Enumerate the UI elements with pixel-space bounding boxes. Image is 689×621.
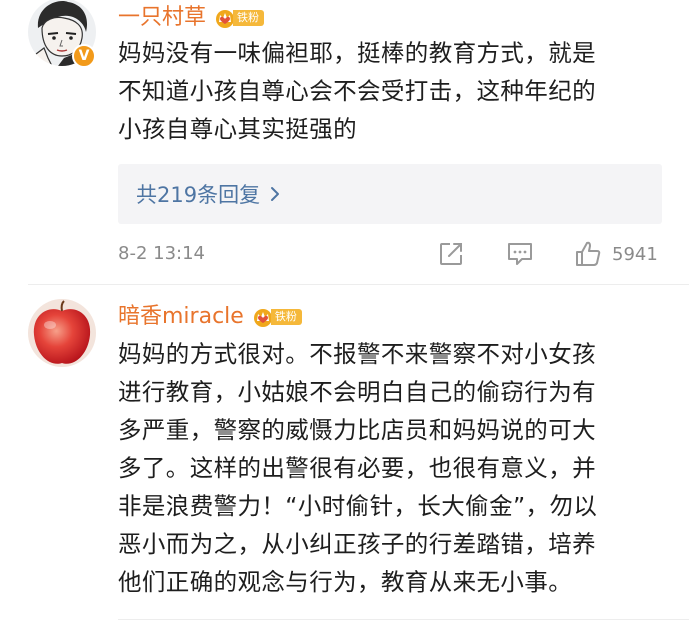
verified-badge-icon: V (72, 44, 96, 68)
thumbs-up-icon (576, 241, 601, 266)
timestamp: 8-2 13:14 (118, 243, 205, 264)
comment-line: 他们正确的观念与行为，教育从来无小事。 (118, 568, 573, 596)
comment-icon (508, 243, 532, 265)
comment-line: 非是浪费警力！“小时偷针，长大偷金”，勿以 (118, 492, 598, 520)
view-replies-link[interactable]: 共219条回复 (136, 179, 280, 209)
fan-badge-label: 铁粉 (270, 309, 302, 325)
username[interactable]: 暗香miracle (118, 303, 244, 331)
fan-badge[interactable]: 铁粉 (214, 8, 265, 28)
comment-line: 小孩自尊心其实挺强的 (118, 115, 357, 143)
chevron-right-icon (271, 187, 280, 201)
red-apple-avatar-icon (28, 299, 96, 367)
reply-box: 共219条回复 (118, 164, 662, 224)
comment-text: 妈妈的方式很对。不报警不来警察不对小女孩 进行教育，小姑娘不会明白自己的偷窃行为… (118, 335, 666, 601)
reply-count-label: 共219条回复 (136, 183, 261, 207)
avatar[interactable] (28, 299, 96, 367)
comment-line: 恶小而为之，从小纠正孩子的行差踏错，培养 (118, 530, 596, 558)
divider (118, 619, 689, 620)
comment-line: 进行教育，小姑娘不会明白自己的偷窃行为有 (118, 378, 596, 406)
comment-button[interactable] (506, 240, 534, 268)
fan-badge-label: 铁粉 (233, 10, 265, 26)
comment-item: 暗香miracle 铁粉 妈妈的方式很对。不报警不来警察不对小女孩 进行教育，小… (0, 285, 689, 621)
username[interactable]: 一只村草 (118, 4, 206, 32)
like-count: 5941 (612, 243, 658, 265)
comment-line: 妈妈的方式很对。不报警不来警察不对小女孩 (118, 340, 596, 368)
share-icon (440, 243, 462, 265)
comment-line: 多了。这样的出警很有必要，也很有意义，并 (118, 454, 596, 482)
comment-meta: 8-2 13:14 5941 (118, 238, 662, 270)
comment-item: V 一只村草 铁粉 妈妈没有一味偏袒耶，挺棒的教育方式，就是 不知道小孩自尊心会… (0, 0, 689, 284)
fan-badge[interactable]: 铁粉 (252, 307, 302, 327)
share-button[interactable] (438, 240, 464, 268)
comment-line: 不知道小孩自尊心会不会受打击，这种年纪的 (118, 77, 596, 105)
comment-text: 妈妈没有一味偏袒耶，挺棒的教育方式，就是 不知道小孩自尊心会不会受打击，这种年纪… (118, 34, 666, 148)
comment-line: 妈妈没有一味偏袒耶，挺棒的教育方式，就是 (118, 39, 596, 67)
username-row: 暗香miracle 铁粉 (118, 303, 302, 331)
username-row: 一只村草 铁粉 (118, 4, 265, 32)
like-button[interactable]: 5941 (574, 240, 658, 268)
comment-line: 多严重，警察的威慑力比店员和妈妈说的可大 (118, 416, 596, 444)
